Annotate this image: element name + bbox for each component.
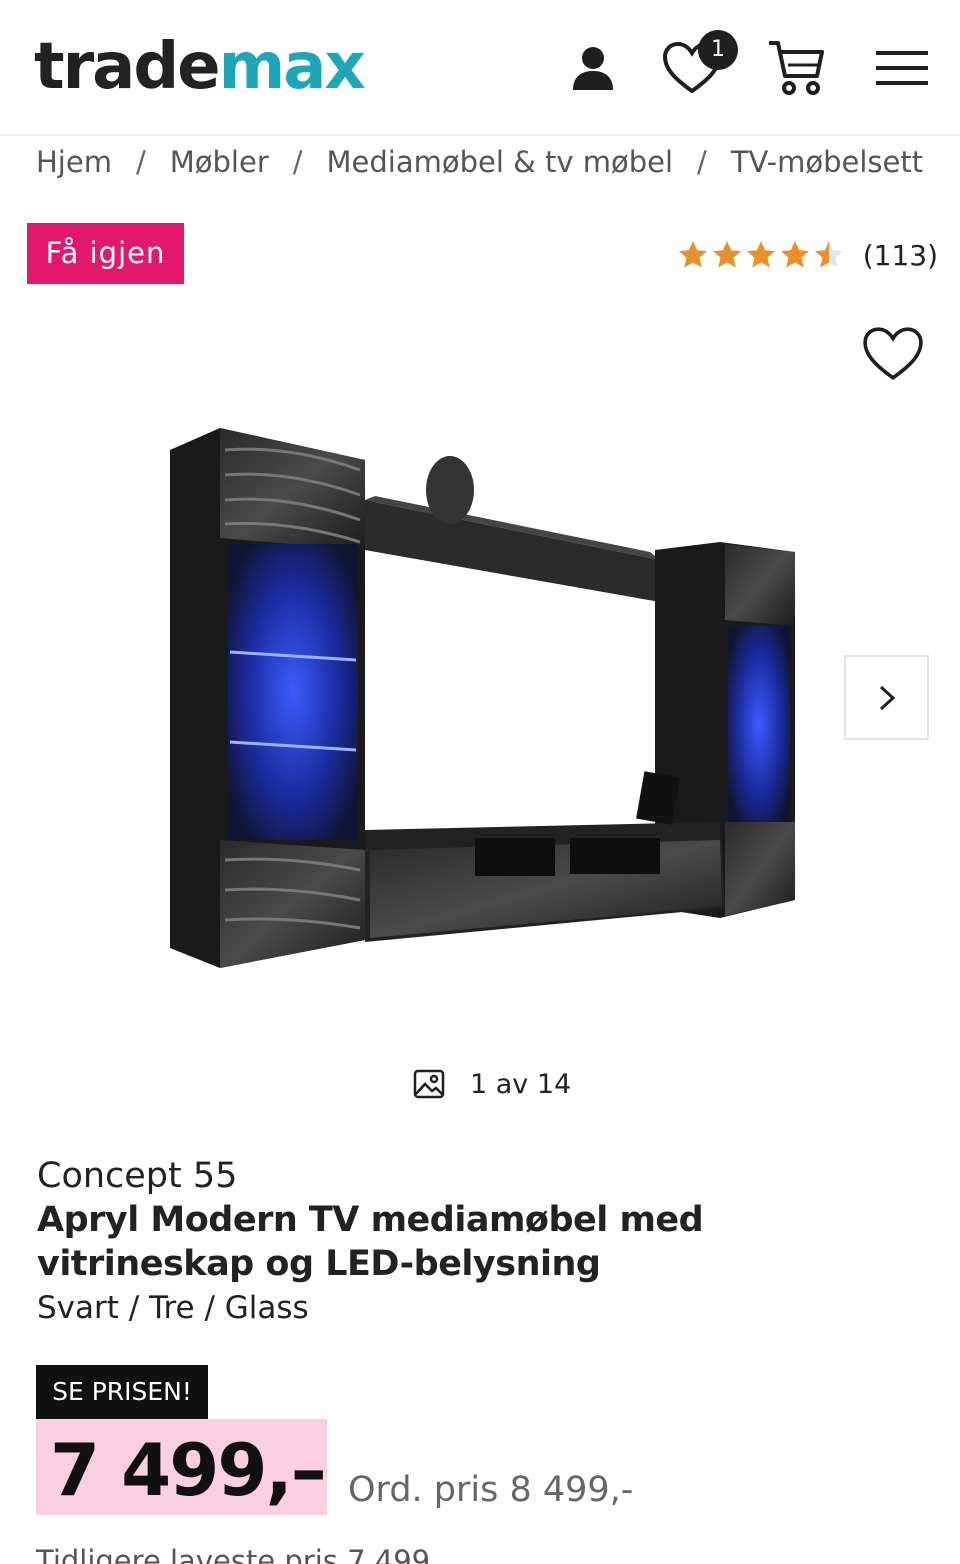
ordinary-price: Ord. pris 8 499,- xyxy=(348,1470,634,1510)
cart-button[interactable] xyxy=(764,36,828,100)
product-price: 7 499,– xyxy=(50,1428,327,1512)
heart-icon xyxy=(863,327,923,380)
logo-text-trade: trade xyxy=(34,30,221,104)
star-icon xyxy=(712,241,741,268)
logo-text-max: max xyxy=(218,30,366,104)
image-icon xyxy=(413,1069,445,1099)
star-half-icon xyxy=(814,241,843,268)
breadcrumb-separator: / xyxy=(292,145,303,179)
gallery-counter[interactable]: 1 av 14 xyxy=(412,1060,571,1108)
breadcrumb-link-mobler[interactable]: Møbler xyxy=(170,145,269,179)
site-header: trademax 1 xyxy=(0,0,960,136)
gallery-counter-text: 1 av 14 xyxy=(470,1068,572,1100)
lowest-previous-price: Tidligere laveste pris 7 499 xyxy=(36,1544,431,1564)
trademax-logo[interactable]: trademax xyxy=(34,22,366,112)
rating-count: (113) xyxy=(862,238,938,272)
product-image[interactable] xyxy=(160,420,810,980)
menu-icon xyxy=(876,51,928,85)
breadcrumb: Hjem / Møbler / Mediamøbel & tv møbel / … xyxy=(36,140,923,184)
price-campaign-badge: SE PRISEN! xyxy=(36,1365,208,1419)
breadcrumb-link-hjem[interactable]: Hjem xyxy=(36,145,112,179)
promo-badge: Få igjen xyxy=(27,223,184,284)
product-title: Apryl Modern TV mediamøbel med vitrinesk… xyxy=(37,1200,704,1284)
product-rating[interactable]: (113) xyxy=(677,232,938,278)
breadcrumb-separator: / xyxy=(697,145,707,179)
wishlist-count-badge: 1 xyxy=(698,30,738,70)
gallery-next-button[interactable] xyxy=(844,655,929,740)
product-variant: Svart / Tre / Glass xyxy=(37,1290,309,1326)
star-icon xyxy=(746,241,775,268)
breadcrumb-separator: / xyxy=(135,145,146,179)
product-brand[interactable]: Concept 55 xyxy=(37,1156,237,1196)
user-icon xyxy=(573,47,613,90)
tv-wall-unit-illustration xyxy=(170,428,795,968)
add-to-wishlist-button[interactable] xyxy=(862,326,924,388)
cart-icon xyxy=(769,41,824,95)
star-icon xyxy=(678,241,707,268)
breadcrumb-link-tv-mobelsett[interactable]: TV-møbelsett xyxy=(731,145,923,179)
star-icon xyxy=(780,241,809,268)
rating-stars xyxy=(677,239,845,271)
menu-button[interactable] xyxy=(870,36,934,100)
chevron-right-icon xyxy=(879,685,895,710)
breadcrumb-link-mediamobel[interactable]: Mediamøbel & tv møbel xyxy=(327,145,674,179)
account-button[interactable] xyxy=(561,36,625,100)
